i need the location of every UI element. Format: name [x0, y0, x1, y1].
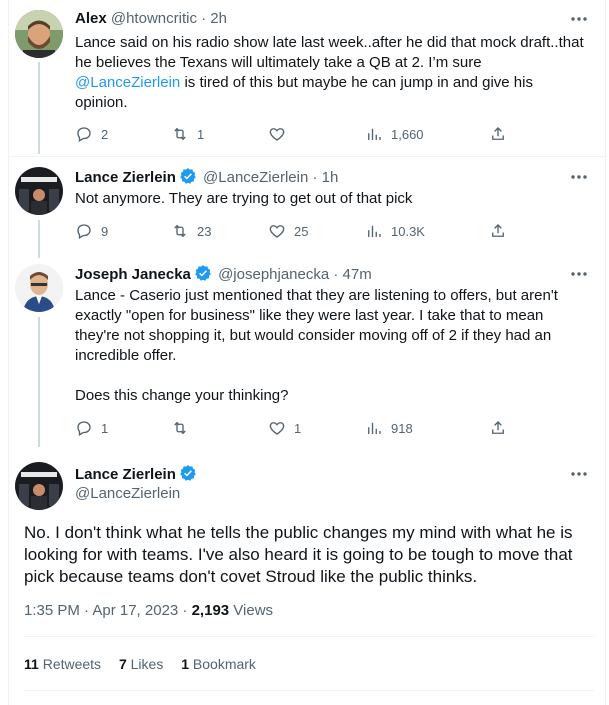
- display-name[interactable]: Joseph Janecka: [75, 266, 191, 283]
- verified-badge-icon: [180, 465, 196, 481]
- reply-icon: [77, 224, 91, 239]
- tweet-text: No. I don't think what he tells the publ…: [24, 523, 573, 586]
- verified-badge-icon: [180, 168, 196, 184]
- views-count: 918: [391, 420, 413, 436]
- tweet-actions: 2 1 1,660: [75, 124, 515, 144]
- tweet-text: Lance - Caserio just mentioned that they…: [75, 287, 558, 364]
- tweet-actions: 1 1 918: [75, 418, 515, 438]
- user-handle[interactable]: @josephjanecka: [218, 266, 329, 283]
- timestamp[interactable]: 1:35 PM · Apr 17, 2023 ·: [24, 602, 192, 619]
- avatar[interactable]: [15, 264, 63, 312]
- retweet-count: 23: [197, 223, 212, 239]
- reply-count: 1: [101, 420, 109, 436]
- thread-connector: [38, 62, 40, 154]
- user-handle[interactable]: @LanceZierlein: [203, 169, 308, 186]
- tweet-text-paragraph: Does this change your thinking?: [75, 387, 289, 404]
- share-button[interactable]: [489, 418, 507, 438]
- views-icon: [368, 422, 381, 434]
- like-icon: [269, 422, 285, 435]
- display-name[interactable]: Alex: [75, 10, 107, 27]
- tweet-header: Lance Zierlein: [75, 464, 199, 485]
- more-icon[interactable]: [569, 167, 595, 187]
- retweet-button[interactable]: 1: [171, 124, 204, 144]
- reply-count: 2: [101, 126, 109, 142]
- views-button[interactable]: 1,660: [365, 124, 424, 144]
- user-handle[interactable]: @htowncritic: [111, 10, 197, 27]
- more-icon[interactable]: [569, 9, 595, 29]
- share-icon: [492, 421, 504, 434]
- timeline-border-right: [605, 0, 606, 705]
- retweet-icon: [174, 224, 186, 238]
- share-button[interactable]: [489, 221, 507, 241]
- retweet-count: 1: [197, 126, 205, 142]
- tweet-stats: 11 Retweets 7 Likes 1 Bookmark: [24, 654, 256, 674]
- views-count: 2,193: [191, 602, 230, 619]
- reply-button[interactable]: 1: [75, 418, 108, 438]
- retweet-button[interactable]: 23: [171, 221, 211, 241]
- tweet-meta: 1:35 PM · Apr 17, 2023 · 2,193 Views: [24, 601, 273, 621]
- views-icon: [368, 128, 381, 140]
- display-name[interactable]: Lance Zierlein: [75, 169, 176, 186]
- avatar[interactable]: [15, 10, 63, 58]
- reply-button[interactable]: 2: [75, 124, 108, 144]
- tweet-text: Lance said on his radio show late last w…: [75, 34, 584, 111]
- views-button[interactable]: 918: [365, 418, 413, 438]
- reply-count: 9: [101, 223, 109, 239]
- avatar[interactable]: [15, 462, 63, 510]
- views-count: 10.3K: [391, 223, 425, 239]
- share-icon: [492, 224, 504, 237]
- like-icon: [269, 225, 285, 238]
- retweet-button[interactable]: [171, 418, 197, 438]
- likes-stat[interactable]: 7 Likes: [119, 656, 163, 672]
- divider: [24, 690, 594, 691]
- like-count: 25: [294, 223, 309, 239]
- verified-badge-icon: [195, 265, 211, 281]
- tweet-header: Joseph Janecka @josephjanecka · 47m: [75, 264, 372, 285]
- like-button[interactable]: [268, 124, 294, 144]
- tweet-header: Lance Zierlein @LanceZierlein · 1h: [75, 167, 338, 188]
- timestamp[interactable]: · 2h: [201, 10, 227, 27]
- reply-icon: [77, 421, 91, 436]
- like-count: 1: [294, 420, 302, 436]
- retweet-icon: [174, 421, 186, 435]
- like-button[interactable]: 25: [268, 221, 308, 241]
- retweets-stat[interactable]: 11 Retweets: [24, 656, 101, 672]
- timestamp[interactable]: · 1h: [313, 169, 339, 186]
- views-count: 1,660: [391, 126, 424, 142]
- tweet-text: Not anymore. They are trying to get out …: [75, 190, 413, 207]
- user-handle[interactable]: @LanceZierlein: [75, 485, 180, 502]
- thread-connector: [38, 317, 40, 447]
- timeline-border-left: [8, 0, 9, 705]
- more-icon[interactable]: [569, 464, 595, 484]
- more-icon[interactable]: [569, 264, 595, 284]
- timestamp[interactable]: · 47m: [333, 266, 371, 283]
- views-icon: [368, 225, 381, 237]
- mention-link[interactable]: @LanceZierlein: [75, 74, 180, 91]
- share-button[interactable]: [489, 124, 507, 144]
- user-handle-line: @LanceZierlein: [75, 484, 180, 504]
- display-name[interactable]: Lance Zierlein: [75, 466, 176, 483]
- divider: [24, 636, 594, 637]
- divider: [9, 156, 606, 157]
- retweet-icon: [174, 127, 186, 141]
- like-icon: [269, 128, 285, 141]
- reply-icon: [77, 127, 91, 142]
- thread-connector: [38, 220, 40, 258]
- reply-button[interactable]: 9: [75, 221, 108, 241]
- avatar[interactable]: [15, 167, 63, 215]
- like-button[interactable]: 1: [268, 418, 301, 438]
- views-label: Views: [229, 602, 274, 619]
- share-icon: [492, 127, 504, 140]
- views-button[interactable]: 10.3K: [365, 221, 425, 241]
- tweet-header: Alex @htowncritic · 2h: [75, 9, 227, 29]
- tweet-actions: 9 23 25 10.3K: [75, 221, 515, 241]
- bookmarks-stat[interactable]: 1 Bookmark: [181, 656, 256, 672]
